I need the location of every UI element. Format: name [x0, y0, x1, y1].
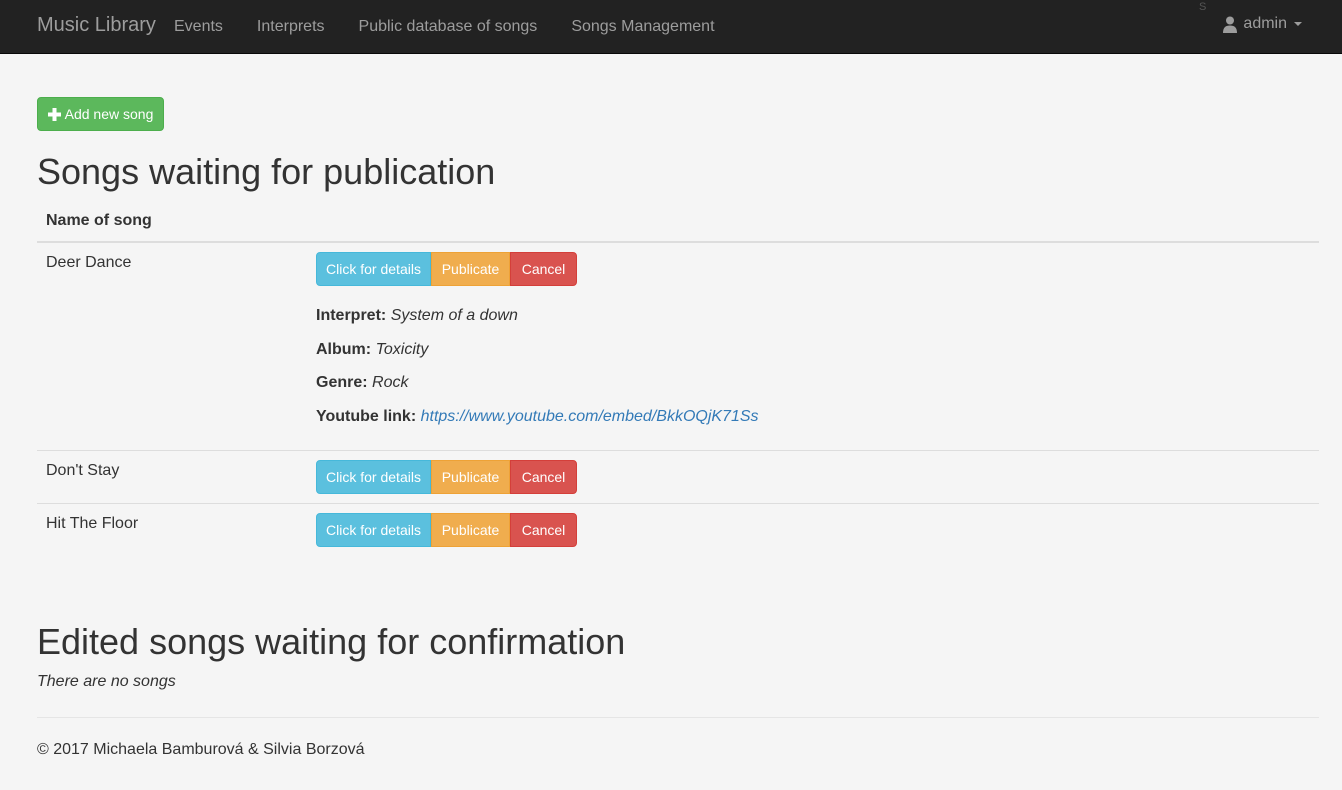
add-new-song-button[interactable]: Add new song — [37, 97, 164, 131]
nav-link-interprets[interactable]: Interprets — [240, 17, 342, 37]
detail-interpret-value: System of a down — [390, 307, 518, 324]
stray-character: S — [1199, 1, 1207, 13]
user-icon — [1223, 16, 1238, 33]
cancel-button[interactable]: Cancel — [510, 513, 577, 547]
pending-songs-heading: Songs waiting for publication — [37, 151, 496, 192]
add-new-song-label: Add new song — [64, 106, 154, 122]
user-dropdown[interactable]: admin — [1222, 15, 1302, 33]
footer-copyright: © 2017 Michaela Bamburová & Silvia Borzo… — [37, 741, 365, 758]
detail-youtube-label: Youtube link: — [316, 407, 417, 425]
brand-link[interactable]: Music Library — [37, 14, 156, 36]
song-name: Deer Dance — [46, 254, 132, 271]
table-row: Deer Dance Click for details Publicate C… — [37, 243, 1319, 451]
plus-icon — [47, 107, 61, 121]
song-name: Don't Stay — [46, 462, 120, 479]
row-actions: Click for details Publicate Cancel — [316, 513, 577, 547]
top-navbar: Music Library Events Interprets Public d… — [0, 0, 1342, 54]
pending-songs-table: Name of song Deer Dance Click for detail… — [37, 200, 1319, 557]
caret-down-icon — [1294, 22, 1302, 26]
detail-album-value: Toxicity — [375, 340, 429, 358]
nav-link-songs-management[interactable]: Songs Management — [554, 17, 731, 37]
details-button[interactable]: Click for details — [316, 513, 431, 547]
nav-link-public-database[interactable]: Public database of songs — [342, 17, 555, 37]
song-name: Hit The Floor — [46, 515, 139, 532]
details-button[interactable]: Click for details — [316, 252, 431, 286]
column-header-name: Name of song — [46, 212, 152, 229]
cancel-button[interactable]: Cancel — [510, 252, 577, 286]
table-header: Name of song — [37, 200, 1319, 243]
details-button[interactable]: Click for details — [316, 460, 431, 494]
row-actions: Click for details Publicate Cancel — [316, 252, 577, 286]
row-actions: Click for details Publicate Cancel — [316, 460, 577, 494]
detail-genre-value: Rock — [372, 374, 409, 391]
detail-genre: Genre: Rock — [316, 373, 759, 407]
nav-link-events[interactable]: Events — [157, 17, 240, 37]
empty-state-text: There are no songs — [37, 673, 176, 690]
publicate-button[interactable]: Publicate — [431, 513, 510, 547]
nav-links: Events Interprets Public database of son… — [157, 0, 732, 54]
table-row: Don't Stay Click for details Publicate C… — [37, 451, 1319, 504]
detail-youtube: Youtube link: https://www.youtube.com/em… — [316, 407, 759, 441]
detail-album: Album: Toxicity — [316, 340, 759, 374]
user-name: admin — [1243, 15, 1287, 32]
detail-album-label: Album: — [316, 340, 372, 358]
song-details: Interpret: System of a down Album: Toxic… — [316, 306, 759, 440]
detail-interpret: Interpret: System of a down — [316, 306, 759, 340]
table-row: Hit The Floor Click for details Publicat… — [37, 504, 1319, 557]
detail-interpret-label: Interpret: — [316, 307, 387, 324]
publicate-button[interactable]: Publicate — [431, 252, 510, 286]
youtube-link[interactable]: https://www.youtube.com/embed/BkkOQjK71S… — [421, 408, 759, 425]
edited-songs-heading: Edited songs waiting for confirmation — [37, 621, 626, 662]
cancel-button[interactable]: Cancel — [510, 460, 577, 494]
detail-genre-label: Genre: — [316, 374, 368, 391]
footer-divider — [37, 717, 1319, 718]
publicate-button[interactable]: Publicate — [431, 460, 510, 494]
